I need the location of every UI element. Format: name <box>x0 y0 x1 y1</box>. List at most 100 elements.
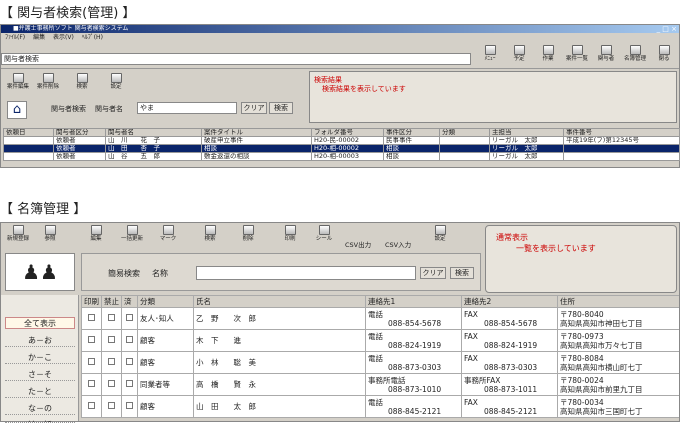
party-button[interactable]: 関与者 <box>591 45 621 63</box>
cell-jiken: 相談 <box>383 152 440 161</box>
new-button[interactable]: 新規登録 <box>3 225 33 243</box>
cell-contact2: 事務所FAX 088-873-1011 <box>461 373 558 396</box>
delete-button[interactable]: 削除 <box>233 225 263 243</box>
col-category[interactable]: 分類 <box>137 295 194 308</box>
close-button[interactable]: 閉る <box>649 45 679 63</box>
cell-address: 〒780-8084 高知県高知市横山町七丁 <box>557 351 679 374</box>
done-checkbox[interactable] <box>121 395 138 418</box>
print-checkbox[interactable] <box>81 307 102 330</box>
col-name[interactable]: 氏名 <box>193 295 366 308</box>
table-row[interactable]: 友人･知人 乙 野 次 郎 電話 088-854-5678 FAX 088-854-… <box>81 307 679 330</box>
index-sidebar: 全て表示 あ－お か－こ さ－そ た－と な－の は－ほ <box>1 295 79 423</box>
new-icon <box>12 225 24 235</box>
col-kubun[interactable]: 関与者区分 <box>53 128 106 137</box>
forbid-checkbox[interactable] <box>101 329 122 352</box>
csv-import-button[interactable]: CSV入力 <box>385 239 411 249</box>
col-done[interactable]: 済 <box>121 295 138 308</box>
col-title[interactable]: 案件タイトル <box>201 128 312 137</box>
window-controls[interactable]: _ □ × <box>657 25 677 33</box>
forbid-checkbox[interactable] <box>101 351 122 374</box>
work-button[interactable]: 作業 <box>533 45 563 63</box>
menu-help[interactable]: ﾍﾙﾌﾟ(H) <box>82 34 103 41</box>
index-ka[interactable]: か－こ <box>5 352 75 364</box>
table-row[interactable]: 顧客 木 下 進 電話 088-824-1919 FAX 088-824-1919 … <box>81 329 679 352</box>
print-button[interactable]: 印刷 <box>275 225 305 243</box>
clear-button[interactable]: クリア <box>420 267 446 279</box>
index-ta[interactable]: た－と <box>5 386 75 398</box>
seal-button[interactable]: シール <box>309 225 339 243</box>
print-checkbox[interactable] <box>81 395 102 418</box>
cell-address: 〒780-0024 高知県高知市前里九丁目 <box>557 373 679 396</box>
col-contact1[interactable]: 連絡先1 <box>365 295 462 308</box>
menu-edit[interactable]: 編集 <box>33 34 45 41</box>
done-checkbox[interactable] <box>121 373 138 396</box>
done-checkbox[interactable] <box>121 329 138 352</box>
col-number[interactable]: 事件番号 <box>563 128 680 137</box>
search-button[interactable]: 検索 <box>67 73 97 91</box>
postal-code: 〒780-8040 <box>560 309 604 319</box>
case-delete-button[interactable]: 案件削除 <box>33 73 63 91</box>
col-date[interactable]: 依頼日 <box>3 128 54 137</box>
index-na[interactable]: な－の <box>5 403 75 415</box>
forbid-checkbox[interactable] <box>101 307 122 330</box>
menu-button[interactable]: ﾒﾆｭｰ <box>475 45 505 63</box>
bulk-update-button[interactable]: 一括更新 <box>117 225 147 243</box>
table-row-selected[interactable]: 依頼者山 田 杏 子相談 H20-相-00002 相談 リーガル 太郎 <box>3 144 680 153</box>
settings-button[interactable]: 設定 <box>425 225 455 243</box>
index-all[interactable]: 全て表示 <box>5 317 75 329</box>
index-a[interactable]: あ－お <box>5 335 75 347</box>
settings-button[interactable]: 設定 <box>101 73 131 91</box>
forbid-checkbox[interactable] <box>101 395 122 418</box>
table-row[interactable]: 顧客 小 林 聡 美 電話 088-873-0303 FAX 088-873-030… <box>81 351 679 374</box>
delete-label: 削除 <box>242 236 254 242</box>
table-row[interactable]: 同業者等 高 橋 賢 永 事務所電話 088-873-1010 事務所FAX 088… <box>81 373 679 396</box>
done-checkbox[interactable] <box>121 307 138 330</box>
print-checkbox[interactable] <box>81 351 102 374</box>
view-button[interactable]: 参照 <box>35 225 65 243</box>
search-exec-button[interactable]: 検索 <box>269 102 293 114</box>
table-row[interactable]: 顧客 山 田 太 郎 電話 088-845-2121 FAX 088-845-212… <box>81 395 679 418</box>
directory-button-label: 名簿管理 <box>623 56 646 62</box>
col-forbid[interactable]: 禁止 <box>101 295 122 308</box>
work-icon <box>542 45 554 55</box>
col-jiken[interactable]: 事件区分 <box>383 128 440 137</box>
contact2-type: FAX <box>464 331 478 341</box>
col-bunrui[interactable]: 分類 <box>439 128 490 137</box>
done-checkbox[interactable] <box>121 351 138 374</box>
index-ha[interactable]: は－ほ <box>5 419 75 423</box>
col-name[interactable]: 関与者名 <box>105 128 202 137</box>
col-folder[interactable]: フォルダ番号 <box>311 128 384 137</box>
status-title: 通常表示 <box>496 233 528 242</box>
home-icon[interactable]: ⌂ <box>7 101 27 119</box>
col-contact2[interactable]: 連絡先2 <box>461 295 558 308</box>
col-address[interactable]: 住所 <box>557 295 679 308</box>
table-row[interactable]: 依頼者山 谷 五 郎敷金返還の相談 H20-相-00003 相談 リーガル 太郎 <box>3 152 680 161</box>
menu-file[interactable]: ﾌｧｲﾙ(F) <box>5 34 25 41</box>
cell-name: 山 田 太 郎 <box>193 395 366 418</box>
print-checkbox[interactable] <box>81 329 102 352</box>
cell-title: 敷金返還の相談 <box>201 152 312 161</box>
case-list-button[interactable]: 案件一覧 <box>562 45 592 63</box>
edit-button[interactable]: 編集 <box>81 225 111 243</box>
csv-export-button[interactable]: CSV出力 <box>345 239 371 249</box>
search-exec-button[interactable]: 検索 <box>450 267 474 279</box>
name-input[interactable] <box>196 266 416 280</box>
directory-button[interactable]: 名簿管理 <box>620 45 650 63</box>
mark-button[interactable]: マーク <box>153 225 183 243</box>
work-button-label: 作業 <box>542 56 554 62</box>
section2-heading: 【 名簿管理 】 <box>0 202 87 217</box>
menu-view[interactable]: 表示(V) <box>53 34 74 41</box>
search-button[interactable]: 検索 <box>195 225 225 243</box>
forbid-checkbox[interactable] <box>101 373 122 396</box>
col-print[interactable]: 印刷 <box>81 295 102 308</box>
index-sa[interactable]: さ－そ <box>5 369 75 381</box>
case-edit-button[interactable]: 案件編集 <box>3 73 33 91</box>
schedule-button[interactable]: 予定 <box>504 45 534 63</box>
print-checkbox[interactable] <box>81 373 102 396</box>
party-name-input[interactable]: やま <box>137 102 237 114</box>
col-tanto[interactable]: 主担当 <box>489 128 564 137</box>
gear-icon <box>434 225 446 235</box>
table-row[interactable]: 依頼者山 川 花 子破産申立事件 H20-民-00002 民事事件 リーガル 太郎 平成… <box>3 136 680 145</box>
clear-button[interactable]: クリア <box>241 102 267 114</box>
address-field[interactable]: 関与者検索 <box>1 53 471 65</box>
